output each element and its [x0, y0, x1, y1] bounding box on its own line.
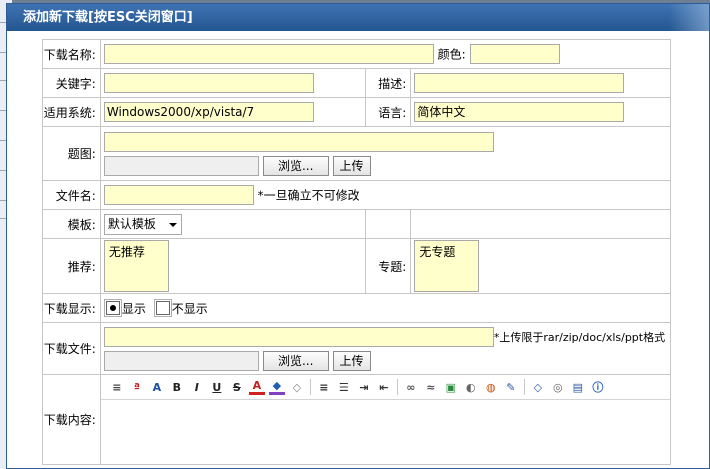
- language-label: 语言:: [365, 97, 412, 127]
- bullet-list-icon[interactable]: ☰: [336, 379, 352, 395]
- description-label: 描述:: [365, 68, 412, 98]
- strike-icon[interactable]: S: [229, 379, 245, 395]
- editor-toolbar: ≡ ª A B I U S A ◆ ◇ ≡ ☰ ⇥ ⇤ ∞ ≈ ▣ ◐ ◍ ✎ ◇ ◎ ▤ ⓘ: [100, 375, 670, 400]
- align-left-icon[interactable]: ≡: [316, 379, 332, 395]
- display-show-radio-wrap[interactable]: [103, 298, 122, 318]
- text-style-icon[interactable]: ª: [129, 379, 145, 395]
- font-icon[interactable]: A: [149, 379, 165, 395]
- topic-label: 专题:: [365, 238, 412, 294]
- template-select[interactable]: 默认模板: [103, 213, 182, 235]
- recommend-listbox[interactable]: 无推荐: [103, 240, 169, 292]
- system-input[interactable]: Windows2000/xp/vista/7: [103, 102, 314, 122]
- thumbnail-url-input[interactable]: [103, 131, 494, 152]
- color-input[interactable]: [469, 44, 560, 64]
- recommend-label: 推荐:: [42, 238, 101, 294]
- flash-icon[interactable]: ◍: [483, 379, 499, 395]
- underline-icon[interactable]: U: [209, 379, 225, 395]
- fullscreen-icon[interactable]: ▤: [570, 379, 586, 395]
- content-editor[interactable]: [100, 400, 670, 460]
- name-label: 下载名称:: [42, 39, 101, 69]
- thumbnail-label: 题图:: [42, 126, 101, 181]
- display-show-radio[interactable]: [105, 301, 120, 316]
- topic-listbox[interactable]: 无专题: [414, 240, 480, 292]
- highlight-icon[interactable]: ◆: [268, 379, 285, 395]
- color-label: 颜色:: [437, 47, 466, 62]
- display-label: 下载显示:: [42, 293, 101, 323]
- display-show-label: 显示: [121, 301, 146, 316]
- display-hide-radio[interactable]: [155, 301, 170, 316]
- toolbar-separator: [309, 379, 311, 395]
- edit-icon[interactable]: ✎: [503, 379, 519, 395]
- name-input[interactable]: [103, 44, 434, 64]
- file-note: *上传限于rar/zip/doc/xls/ppt格式: [493, 330, 666, 344]
- add-download-dialog: 添加新下载[按ESC关闭窗口] 下载名称: 颜色: 关键字: 描述: 适用系统:…: [6, 3, 710, 469]
- format-icon[interactable]: ≡: [109, 379, 125, 395]
- italic-icon[interactable]: I: [189, 379, 205, 395]
- text-color-icon[interactable]: A: [248, 379, 265, 395]
- language-input[interactable]: 简体中文: [414, 102, 625, 122]
- recommend-option[interactable]: 无推荐: [109, 245, 145, 259]
- system-label: 适用系统:: [42, 97, 101, 127]
- file-label: 下载文件:: [42, 322, 101, 375]
- thumbnail-browse-button[interactable]: 浏览...: [262, 155, 329, 176]
- display-hide-radio-wrap[interactable]: [153, 298, 172, 318]
- topic-option[interactable]: 无专题: [419, 245, 455, 259]
- thumbnail-upload-button[interactable]: 上传: [332, 155, 371, 176]
- bold-icon[interactable]: B: [169, 379, 185, 395]
- media-icon[interactable]: ◐: [463, 379, 479, 395]
- filename-label: 文件名:: [42, 180, 101, 210]
- file-url-input[interactable]: [103, 326, 494, 347]
- outdent-icon[interactable]: ⇤: [376, 379, 392, 395]
- template-select-value: 默认模板: [107, 216, 156, 231]
- keywords-label: 关键字:: [42, 68, 101, 98]
- chevron-down-icon: [168, 222, 177, 227]
- dialog-body: 下载名称: 颜色: 关键字: 描述: 适用系统: Windows2000/xp/…: [7, 31, 709, 468]
- filename-note: *一旦确立不可修改: [257, 188, 360, 203]
- toolbar-separator: [396, 379, 398, 395]
- content-label: 下载内容:: [42, 374, 101, 465]
- indent-icon[interactable]: ⇥: [356, 379, 372, 395]
- file-browse-button[interactable]: 浏览...: [262, 350, 329, 371]
- dialog-title: 添加新下载[按ESC关闭窗口]: [23, 10, 193, 25]
- image-icon[interactable]: ▣: [443, 379, 459, 395]
- toolbar-separator: [523, 379, 525, 395]
- thumbnail-file-input[interactable]: [103, 155, 259, 176]
- keywords-input[interactable]: [103, 73, 314, 93]
- download-form: 下载名称: 颜色: 关键字: 描述: 适用系统: Windows2000/xp/…: [42, 39, 672, 465]
- dialog-titlebar[interactable]: 添加新下载[按ESC关闭窗口]: [7, 4, 709, 31]
- template-label: 模板:: [42, 209, 101, 239]
- link-icon[interactable]: ∞: [403, 379, 419, 395]
- unlink-icon[interactable]: ≈: [423, 379, 439, 395]
- source-icon[interactable]: ◇: [530, 379, 546, 395]
- file-input[interactable]: [103, 350, 259, 371]
- description-input[interactable]: [414, 73, 625, 93]
- display-hide-label: 不显示: [171, 301, 208, 316]
- preview-icon[interactable]: ◎: [550, 379, 566, 395]
- eraser-icon[interactable]: ◇: [289, 379, 305, 395]
- file-upload-button[interactable]: 上传: [332, 350, 371, 371]
- filename-input[interactable]: [103, 185, 254, 205]
- info-icon[interactable]: ⓘ: [590, 379, 606, 395]
